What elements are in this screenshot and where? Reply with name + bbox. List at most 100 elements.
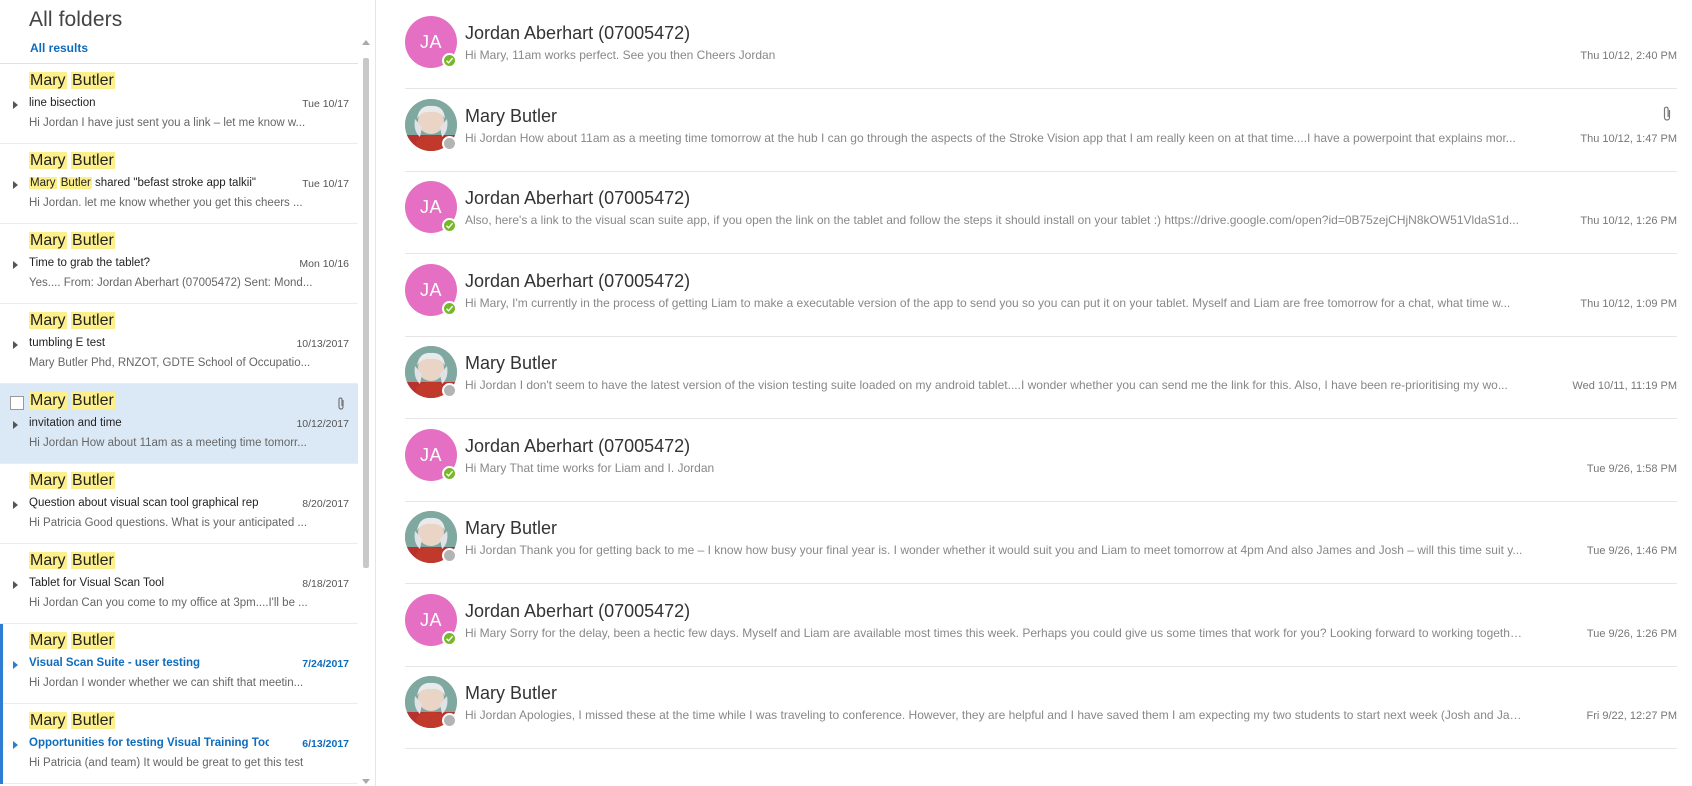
- expand-conversation-icon[interactable]: [13, 501, 18, 509]
- message-list: Mary Butler line bisection Tue 10/17 Hi Jor…: [0, 64, 358, 786]
- message-sender: Jordan Aberhart (07005472): [465, 188, 691, 208]
- list-item[interactable]: Mary Butler Tablet for Visual Scan Tool 8/…: [0, 544, 358, 624]
- conversation-message[interactable]: Mary Butler Hi Jordan I don't seem to hav…: [405, 330, 1677, 419]
- list-item-date: 7/24/2017: [302, 658, 349, 670]
- list-item-preview: Hi Jordan How about 11am as a meeting ti…: [29, 437, 307, 449]
- list-item[interactable]: Mary Butler Visual Scan Suite - user test…: [0, 624, 358, 704]
- list-item-date: 8/20/2017: [302, 498, 349, 510]
- search-highlight: Butler: [71, 552, 115, 569]
- message-preview: Hi Jordan I don't seem to have the lates…: [465, 378, 1508, 392]
- search-highlight: Butler: [71, 632, 115, 649]
- list-item-preview: Mary Butler Phd, RNZOT, GDTE School of O…: [29, 357, 311, 369]
- list-item-sender: Mary Butler: [29, 472, 115, 490]
- conversation-message[interactable]: Mary Butler Hi Jordan Thank you for getti…: [405, 495, 1677, 584]
- search-highlight: Butler: [71, 472, 115, 489]
- list-item-preview: Hi Jordan I have just sent you a link – …: [29, 117, 306, 129]
- expand-conversation-icon[interactable]: [13, 661, 18, 669]
- list-item-subject: Tablet for Visual Scan Tool: [29, 577, 165, 589]
- list-item-sender: Mary Butler: [29, 552, 115, 570]
- unread-indicator: [0, 704, 3, 784]
- expand-conversation-icon[interactable]: [13, 581, 18, 589]
- scroll-down-icon[interactable]: [362, 779, 370, 784]
- all-results-link[interactable]: All results: [30, 41, 88, 55]
- expand-conversation-icon[interactable]: [13, 181, 18, 189]
- search-highlight: Mary: [29, 72, 67, 89]
- list-item-subject: Opportunities for testing Visual Trainin…: [29, 737, 269, 749]
- message-sender: Jordan Aberhart (07005472): [465, 23, 691, 43]
- list-item-preview: Hi Patricia (and team) It would be great…: [29, 757, 304, 769]
- message-date: Tue 9/26, 1:26 PM: [1586, 627, 1677, 640]
- message-sender: Mary Butler: [465, 105, 558, 126]
- conversation-message[interactable]: JA Jordan Aberhart (07005472) Also, here's…: [405, 165, 1677, 254]
- list-item-date: 6/13/2017: [302, 738, 349, 750]
- message-date: Thu 10/12, 1:47 PM: [1580, 132, 1677, 145]
- list-item[interactable]: Mary Butler Mary Butler shared "befast st…: [0, 144, 358, 224]
- list-item[interactable]: Mary Butler line bisection Tue 10/17 Hi Jor…: [0, 64, 358, 144]
- message-date: Thu 10/12, 2:40 PM: [1580, 50, 1677, 62]
- message-preview: Hi Mary That time works for Liam and I. …: [465, 460, 715, 475]
- expand-conversation-icon[interactable]: [13, 421, 18, 429]
- message-sender: Mary Butler: [465, 353, 558, 373]
- expand-conversation-icon[interactable]: [13, 341, 18, 349]
- presence-offline-icon: [442, 548, 457, 563]
- presence-offline-icon: [442, 135, 457, 151]
- presence-online-icon: [442, 630, 457, 646]
- list-item-preview: Hi Jordan Can you come to my office at 3…: [29, 597, 308, 609]
- message-preview: Hi Jordan How about 11am as a meeting ti…: [465, 130, 1516, 145]
- list-item[interactable]: Mary Butler Opportunities for testing Vis…: [0, 704, 358, 784]
- list-item[interactable]: Mary Butler invitation and time 10/12/2017…: [0, 384, 358, 464]
- list-scrollbar[interactable]: [358, 36, 376, 786]
- attachment-icon: [1661, 105, 1673, 123]
- list-item-sender: Mary Butler: [29, 152, 115, 170]
- list-item-sender: Mary Butler: [29, 232, 115, 250]
- search-highlight: Butler: [71, 152, 115, 169]
- attachment-icon: [336, 396, 346, 412]
- message-preview: Hi Mary, 11am works perfect. See you the…: [465, 48, 776, 62]
- search-highlight: Butler: [59, 177, 92, 189]
- expand-conversation-icon[interactable]: [13, 101, 18, 109]
- select-checkbox[interactable]: [10, 396, 24, 410]
- list-item-subject: invitation and time: [29, 417, 122, 429]
- message-date: Thu 10/12, 1:26 PM: [1580, 215, 1677, 227]
- expand-conversation-icon[interactable]: [13, 261, 18, 269]
- list-item-date: Tue 10/17: [302, 178, 349, 190]
- conversation-pane: JA Jordan Aberhart (07005472) Hi Mary, 11a…: [377, 0, 1692, 786]
- list-item-subject: Visual Scan Suite - user testing: [29, 657, 201, 669]
- presence-online-icon: [442, 300, 457, 316]
- conversation-message[interactable]: Mary Butler Hi Jordan How about 11am as a…: [405, 83, 1677, 172]
- conversation-message[interactable]: JA Jordan Aberhart (07005472) Hi Mary Sorr…: [405, 578, 1677, 667]
- list-item[interactable]: Mary Butler tumbling E test 10/13/2017 Mary…: [0, 304, 358, 384]
- search-highlight: Mary: [29, 712, 67, 729]
- search-highlight: Mary: [29, 632, 67, 649]
- list-item-sender: Mary Butler: [29, 312, 115, 330]
- search-highlight: Mary: [29, 392, 67, 409]
- message-list-pane: All folders All results Mary Butler line …: [0, 0, 376, 786]
- message-date: Tue 9/26, 1:46 PM: [1586, 545, 1677, 557]
- presence-offline-icon: [442, 383, 457, 398]
- list-item[interactable]: Mary Butler Time to grab the tablet? Mon 1…: [0, 224, 358, 304]
- list-item[interactable]: Mary Butler Question about visual scan to…: [0, 464, 358, 544]
- message-sender: Jordan Aberhart (07005472): [465, 435, 691, 456]
- scroll-up-icon[interactable]: [362, 40, 370, 45]
- message-sender: Jordan Aberhart (07005472): [465, 270, 691, 291]
- message-sender: Jordan Aberhart (07005472): [465, 600, 691, 621]
- message-date: Thu 10/12, 1:09 PM: [1580, 297, 1677, 310]
- conversation-message[interactable]: JA Jordan Aberhart (07005472) Hi Mary, 11a…: [405, 0, 1677, 89]
- presence-online-icon: [442, 53, 457, 68]
- message-preview: Hi Jordan Apologies, I missed these at t…: [465, 708, 1525, 722]
- expand-conversation-icon[interactable]: [13, 741, 18, 749]
- list-item-sender: Mary Butler: [29, 712, 115, 730]
- search-highlight: Mary: [29, 472, 67, 489]
- search-highlight: Mary: [29, 232, 67, 249]
- conversation-message[interactable]: Mary Butler Hi Jordan Apologies, I missed…: [405, 660, 1677, 749]
- presence-online-icon: [442, 218, 457, 233]
- list-item-subject: Mary Butler shared "befast stroke app ta…: [29, 177, 269, 189]
- list-item-sender: Mary Butler: [29, 632, 115, 650]
- message-date: Tue 9/26, 1:58 PM: [1586, 462, 1677, 475]
- list-item-preview: Hi Jordan I wonder whether we can shift …: [29, 677, 304, 689]
- conversation-message[interactable]: JA Jordan Aberhart (07005472) Hi Mary That…: [405, 413, 1677, 502]
- scrollbar-thumb[interactable]: [363, 58, 369, 568]
- list-item-subject: Time to grab the tablet?: [29, 257, 151, 269]
- list-item-subject: line bisection: [29, 97, 96, 109]
- conversation-message[interactable]: JA Jordan Aberhart (07005472) Hi Mary, I'm…: [405, 248, 1677, 337]
